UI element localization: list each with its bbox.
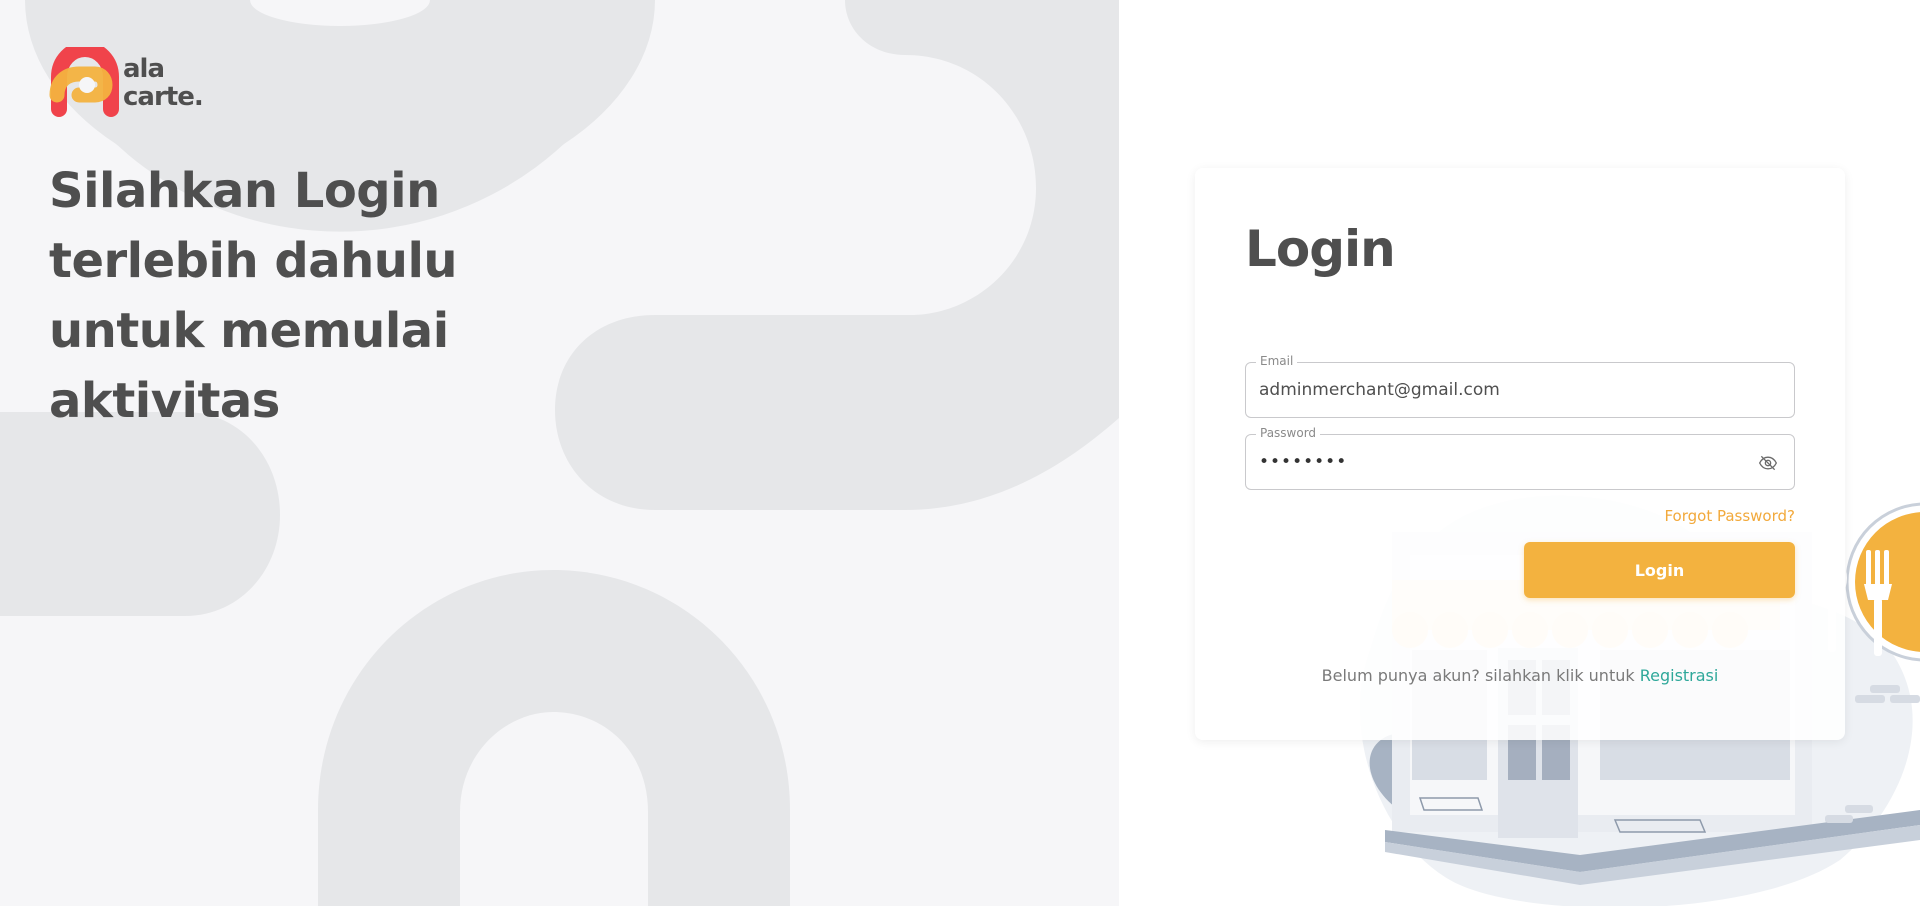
brand-logo[interactable]: ala carte. xyxy=(49,47,204,119)
hero-headline: Silahkan Login terlebih dahulu untuk mem… xyxy=(49,156,569,436)
left-panel: ala carte. Silahkan Login terlebih dahul… xyxy=(0,0,1119,906)
brand-name-line2: carte. xyxy=(123,82,204,112)
register-prompt-text: Belum punya akun? silahkan klik untuk xyxy=(1321,666,1635,685)
hero-line: aktivitas xyxy=(49,373,280,429)
hero-line: untuk memulai xyxy=(49,303,449,359)
background-shapes xyxy=(0,0,1119,906)
login-card: Login Email Password •••••••• Forgot Pas… xyxy=(1195,168,1845,740)
forgot-password-link[interactable]: Forgot Password? xyxy=(1664,507,1795,525)
email-input[interactable] xyxy=(1259,363,1759,417)
password-field[interactable]: Password •••••••• xyxy=(1245,426,1795,490)
login-title: Login xyxy=(1245,220,1396,278)
brand-name: ala carte. xyxy=(123,54,204,112)
register-link[interactable]: Registrasi xyxy=(1640,666,1719,685)
eye-off-icon[interactable] xyxy=(1758,453,1778,473)
password-input[interactable]: •••••••• xyxy=(1259,435,1347,489)
login-button[interactable]: Login xyxy=(1524,542,1795,598)
hero-line: terlebih dahulu xyxy=(49,233,458,289)
email-field[interactable]: Email xyxy=(1245,354,1795,418)
brand-name-line1: ala xyxy=(123,54,165,84)
hero-line: Silahkan Login xyxy=(49,163,440,219)
register-prompt: Belum punya akun? silahkan klik untuk Re… xyxy=(1195,666,1845,685)
ala-carte-logo-icon xyxy=(49,47,119,117)
